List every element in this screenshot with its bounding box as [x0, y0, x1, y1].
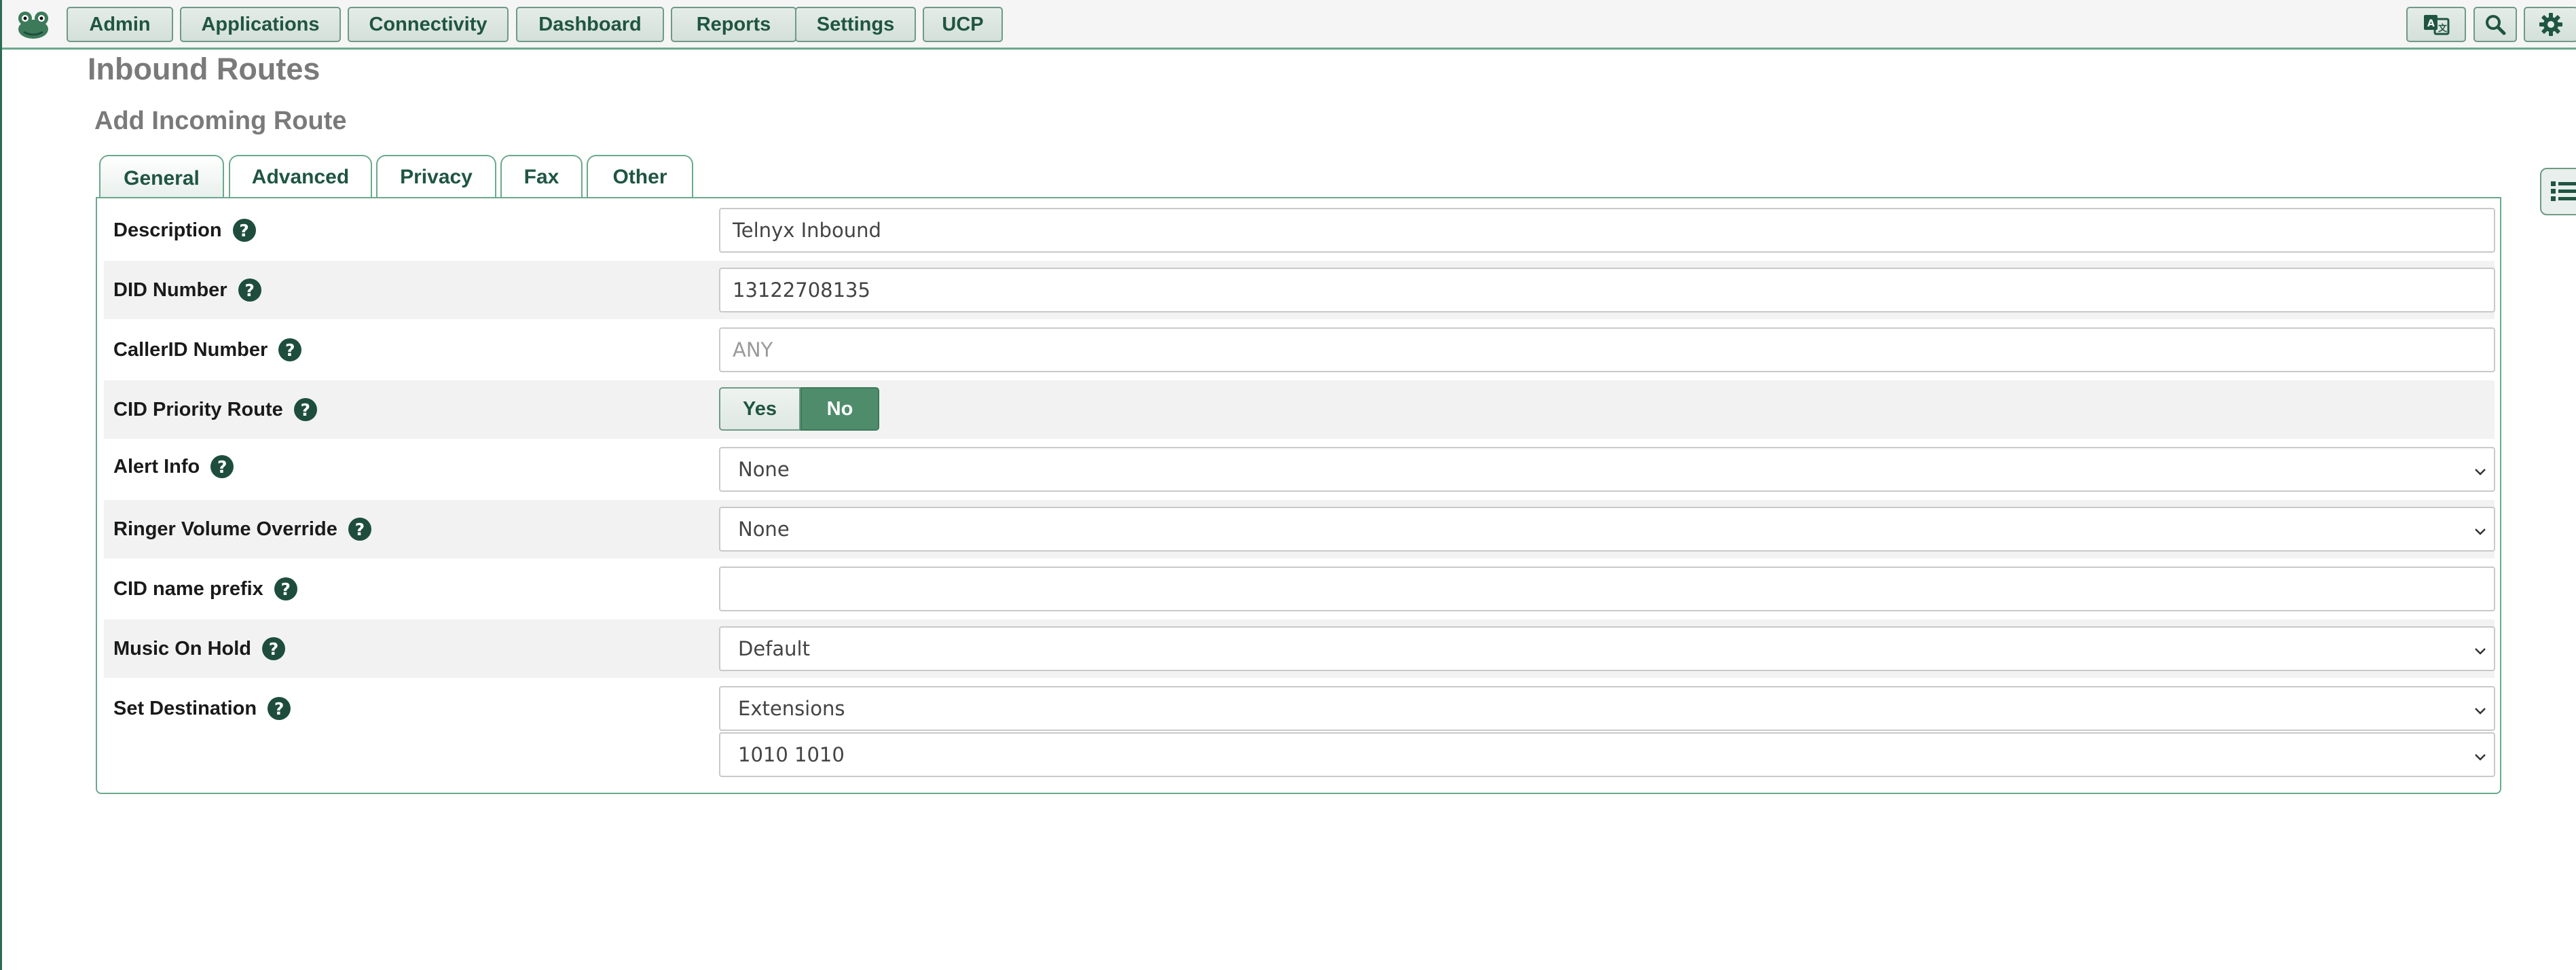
form-row-cid-priority-route: CID Priority Route ? Yes No: [104, 380, 2495, 439]
search-icon[interactable]: [2473, 7, 2517, 42]
help-icon[interactable]: ?: [274, 577, 297, 600]
callerid-number-input[interactable]: ANY: [719, 327, 2495, 372]
did-number-input[interactable]: 13122708135: [719, 268, 2495, 312]
help-icon[interactable]: ?: [278, 338, 302, 361]
cid-priority-route-label-text: CID Priority Route: [113, 398, 283, 420]
cid-priority-route-label: CID Priority Route ?: [113, 398, 317, 421]
section-title: Add Incoming Route: [94, 107, 347, 135]
destination-type-value: Extensions: [738, 697, 845, 720]
help-icon[interactable]: ?: [210, 455, 234, 478]
destination-target-select[interactable]: 1010 1010: [719, 732, 2495, 777]
help-icon[interactable]: ?: [262, 637, 285, 660]
callerid-number-label-text: CallerID Number: [113, 338, 268, 361]
callerid-number-label: CallerID Number ?: [113, 338, 302, 361]
chevron-down-icon: [2475, 469, 2486, 475]
chevron-down-icon: [2475, 708, 2486, 715]
tab-fax[interactable]: Fax: [500, 155, 583, 198]
description-label: Description ?: [113, 219, 256, 242]
cid-priority-no-button[interactable]: No: [801, 387, 879, 431]
ringer-volume-label-text: Ringer Volume Override: [113, 518, 337, 540]
tab-general[interactable]: General: [99, 155, 224, 201]
form-row-description: Description ? Telnyx Inbound: [104, 201, 2495, 259]
tab-advanced[interactable]: Advanced: [229, 155, 372, 198]
set-destination-label: Set Destination ?: [113, 697, 291, 720]
ringer-volume-value: None: [738, 518, 790, 541]
description-label-text: Description: [113, 219, 222, 241]
form-row-callerid-number: CallerID Number ? ANY: [104, 321, 2495, 379]
form-row-alert-info: Alert Info ? None: [104, 440, 2495, 499]
help-icon[interactable]: ?: [348, 518, 371, 541]
did-number-label-text: DID Number: [113, 279, 227, 301]
gear-icon[interactable]: [2524, 7, 2576, 42]
chevron-down-icon: [2475, 648, 2486, 655]
help-icon[interactable]: ?: [268, 697, 291, 720]
list-toggle-icon[interactable]: [2540, 168, 2576, 215]
nav-ucp[interactable]: UCP: [923, 7, 1003, 42]
nav-applications[interactable]: Applications: [180, 7, 341, 42]
help-icon[interactable]: ?: [293, 398, 317, 421]
chevron-down-icon: [2475, 754, 2486, 761]
language-translate-icon[interactable]: A 文: [2406, 7, 2466, 42]
ringer-volume-select[interactable]: None: [719, 507, 2495, 552]
set-destination-label-text: Set Destination: [113, 697, 257, 719]
nav-reports[interactable]: Reports: [671, 7, 796, 42]
form-row-set-destination: Set Destination ? Extensions 1010 1010: [104, 679, 2495, 788]
page-title: Inbound Routes: [88, 52, 320, 86]
tab-other[interactable]: Other: [587, 155, 693, 198]
description-input[interactable]: Telnyx Inbound: [719, 208, 2495, 253]
ringer-volume-label: Ringer Volume Override ?: [113, 518, 371, 541]
form-row-cid-name-prefix: CID name prefix ?: [104, 560, 2495, 618]
nav-admin[interactable]: Admin: [67, 7, 173, 42]
alert-info-value: None: [738, 458, 790, 481]
did-number-label: DID Number ?: [113, 279, 261, 302]
svg-text:A: A: [2427, 18, 2435, 29]
nav-dashboard[interactable]: Dashboard: [516, 7, 664, 42]
nav-connectivity[interactable]: Connectivity: [348, 7, 509, 42]
alert-info-label: Alert Info ?: [113, 455, 234, 478]
cid-priority-yes-button[interactable]: Yes: [719, 387, 801, 431]
music-on-hold-label: Music On Hold ?: [113, 637, 285, 660]
form-row-ringer-volume: Ringer Volume Override ? None: [104, 500, 2495, 558]
cid-name-prefix-label-text: CID name prefix: [113, 577, 263, 600]
tab-privacy[interactable]: Privacy: [376, 155, 496, 198]
cid-name-prefix-label: CID name prefix ?: [113, 577, 297, 600]
destination-target-value: 1010 1010: [738, 743, 845, 766]
chevron-down-icon: [2475, 528, 2486, 535]
nav-settings[interactable]: Settings: [795, 7, 916, 42]
general-tab-panel: Description ? Telnyx Inbound DID Number …: [96, 197, 2501, 794]
form-row-did-number: DID Number ? 13122708135: [104, 261, 2495, 319]
svg-text:文: 文: [2438, 23, 2448, 34]
alert-info-label-text: Alert Info: [113, 455, 200, 478]
form-row-music-on-hold: Music On Hold ? Default: [104, 619, 2495, 678]
cid-priority-route-toggle: Yes No: [719, 387, 879, 431]
top-nav-bar: Admin Applications Connectivity Dashboar…: [2, 0, 2576, 50]
help-icon[interactable]: ?: [238, 279, 261, 302]
music-on-hold-select[interactable]: Default: [719, 626, 2495, 671]
cid-name-prefix-input[interactable]: [719, 567, 2495, 611]
alert-info-select[interactable]: None: [719, 447, 2495, 492]
destination-type-select[interactable]: Extensions: [719, 686, 2495, 731]
music-on-hold-label-text: Music On Hold: [113, 637, 251, 660]
frog-logo-icon[interactable]: [16, 7, 51, 41]
help-icon[interactable]: ?: [232, 219, 256, 242]
music-on-hold-value: Default: [738, 637, 810, 660]
